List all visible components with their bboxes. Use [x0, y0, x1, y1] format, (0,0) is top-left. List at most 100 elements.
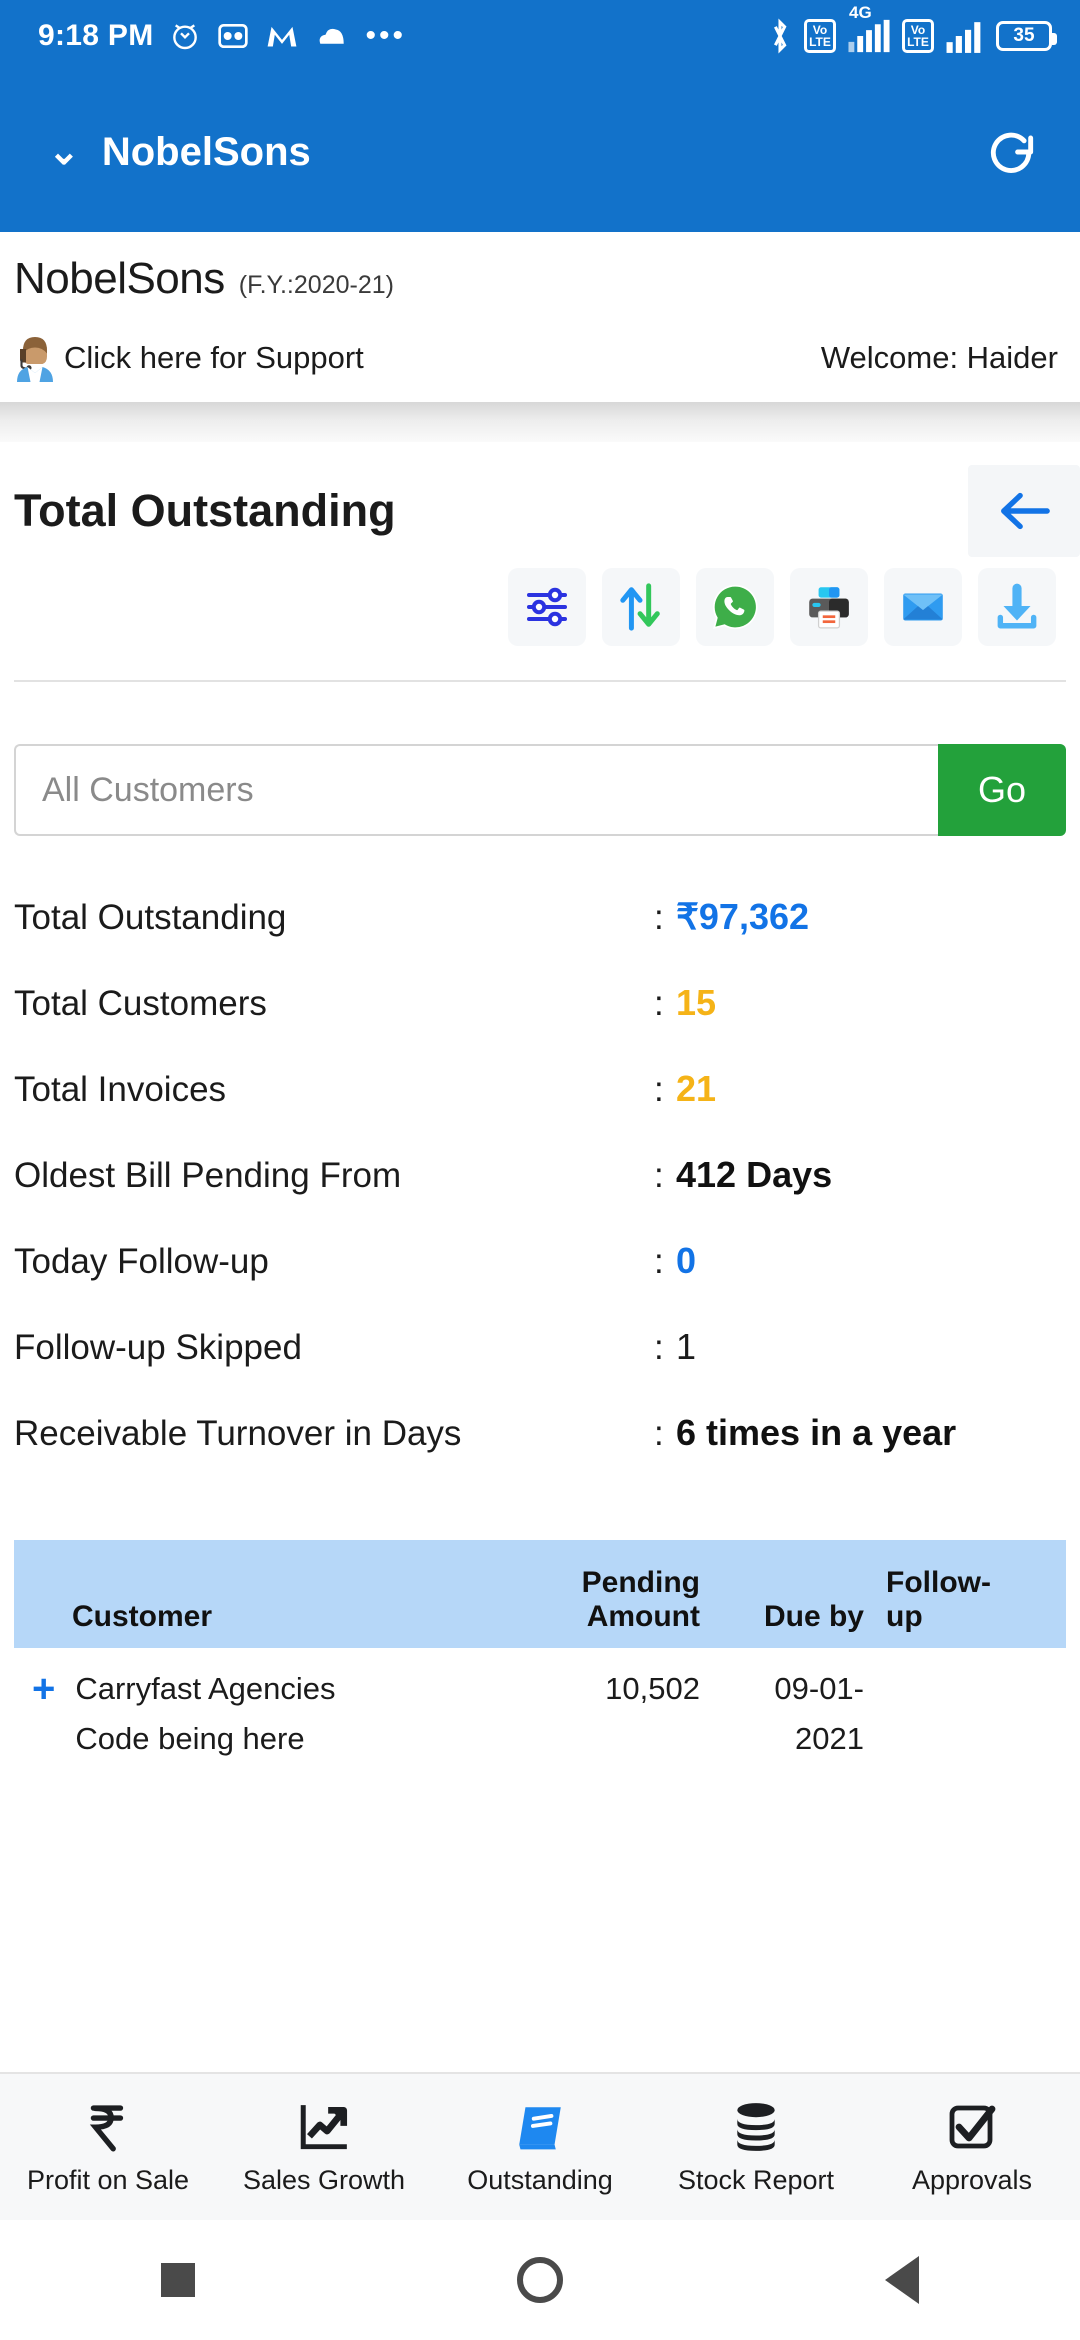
chevron-down-icon[interactable]: ⌄ [48, 133, 80, 171]
stat-colon: : [654, 984, 664, 1023]
whatsapp-icon[interactable] [696, 568, 774, 646]
cell-pending-amount: 10,502 [605, 1671, 700, 1706]
stat-colon: : [654, 1414, 664, 1453]
email-icon[interactable] [884, 568, 962, 646]
stat-label: Total Customers [14, 984, 267, 1023]
search-input[interactable]: All Customers [14, 744, 938, 836]
printer-icon[interactable] [790, 568, 868, 646]
circle-icon[interactable] [517, 2257, 563, 2303]
column-header-pending-amount[interactable]: Pending Amount [504, 1566, 700, 1634]
customer-code: Code being here [75, 1721, 305, 1756]
refresh-icon[interactable] [984, 124, 1040, 180]
stat-colon: : [654, 1070, 664, 1109]
volte-bottom: LTE [809, 35, 831, 49]
go-button[interactable]: Go [938, 744, 1066, 836]
section-divider-band [0, 402, 1080, 442]
due-by-line2: 2021 [795, 1721, 864, 1756]
customer-name: Carryfast Agencies [75, 1671, 336, 1706]
stat-label: Total Invoices [14, 1070, 227, 1109]
stat-value: ₹97,362 [676, 896, 810, 937]
arrow-left-icon [1001, 492, 1050, 530]
stat-row: Total Invoices : 21 [14, 1068, 1066, 1154]
company-name: NobelSons [14, 254, 225, 303]
column-header-follow-up[interactable]: Follow- up [870, 1566, 1000, 1634]
expand-row-icon[interactable]: + [32, 1664, 55, 1764]
nav-label: Approvals [911, 2164, 1033, 2195]
download-icon[interactable] [978, 568, 1056, 646]
nav-label: Profit on Sale [26, 2164, 190, 2195]
chart-growth-icon [297, 2099, 351, 2155]
stat-row: Oldest Bill Pending From : 412 Days [14, 1154, 1066, 1240]
nav-item-sales-growth[interactable]: Sales Growth [216, 2099, 432, 2196]
back-button[interactable] [968, 465, 1080, 557]
summary-stats: Total Outstanding : ₹97,362 Total Custom… [14, 896, 1066, 1498]
nav-item-stock-report[interactable]: Stock Report [648, 2099, 864, 2196]
table-row[interactable]: + Carryfast Agencies Code being here 10,… [14, 1648, 1066, 1764]
status-time: 9:18 PM [38, 19, 154, 52]
column-header-line2: Amount [586, 1600, 700, 1633]
network-type-label: 4G [849, 3, 872, 22]
company-name-row: NobelSons (F.Y.:2020-21) [14, 254, 1066, 304]
nav-item-approvals[interactable]: Approvals [864, 2099, 1080, 2196]
company-header: NobelSons (F.Y.:2020-21) Click here for … [0, 232, 1080, 382]
cell-follow-up[interactable] [870, 1664, 1000, 1764]
support-label[interactable]: Click here for Support [64, 340, 364, 376]
column-header-line1: Pending [581, 1566, 700, 1599]
volte-icon-1: Vo LTE [804, 19, 836, 53]
app-bar-title-group[interactable]: ⌄ NobelSons [48, 130, 311, 175]
m-app-icon [265, 22, 299, 50]
support-agent-icon [14, 334, 56, 382]
column-header-line2: up [886, 1600, 923, 1633]
database-icon [731, 2099, 781, 2155]
app-bar: ⌄ NobelSons [0, 72, 1080, 232]
support-welcome-row: Click here for Support Welcome: Haider [14, 334, 1066, 382]
stat-row: Total Customers : 15 [14, 982, 1066, 1068]
stat-label: Today Follow-up [14, 1242, 269, 1281]
phone-screen: 9:18 PM ••• Vo LTE 4G Vo LTE 35 ⌄ NobelS… [0, 0, 1080, 2340]
cloud-icon [315, 23, 349, 49]
stat-value: 412 Days [676, 1154, 833, 1195]
battery-icon: 35 [996, 21, 1057, 51]
outstanding-table: Customer Pending Amount Due by Follow- u… [14, 1540, 1066, 1764]
nav-label: Stock Report [677, 2164, 835, 2195]
status-bar: 9:18 PM ••• Vo LTE 4G Vo LTE 35 [0, 0, 1080, 72]
rupee-icon [84, 2099, 132, 2155]
checkbox-check-icon [946, 2099, 998, 2155]
column-header-line1: Follow- [886, 1566, 991, 1599]
stat-value: 0 [676, 1240, 697, 1281]
nav-label: Sales Growth [242, 2164, 406, 2195]
stat-colon: : [654, 1242, 664, 1281]
filter-icon[interactable] [508, 568, 586, 646]
volte-icon-2: Vo LTE [902, 19, 934, 53]
nav-item-profit-on-sale[interactable]: Profit on Sale [0, 2099, 216, 2196]
system-navigation-bar [0, 2220, 1080, 2340]
page-title: Total Outstanding [14, 485, 396, 536]
stat-value: 15 [676, 982, 717, 1023]
stat-colon: : [654, 1328, 664, 1367]
stat-value: 21 [676, 1068, 717, 1109]
stat-value: 1 [676, 1326, 697, 1367]
nav-item-outstanding[interactable]: Outstanding [432, 2099, 648, 2196]
stat-label: Total Outstanding [14, 898, 287, 937]
bottom-navigation: Profit on Sale Sales Growth Outstanding … [0, 2072, 1080, 2220]
square-icon[interactable] [161, 2263, 195, 2297]
column-header-customer[interactable]: Customer [14, 1600, 504, 1634]
toolbar-divider [14, 680, 1066, 682]
due-by-line1: 09-01- [774, 1671, 864, 1706]
welcome-label: Welcome: Haider [820, 340, 1058, 375]
triangle-back-icon[interactable] [885, 2256, 919, 2304]
app-bar-title: NobelSons [101, 129, 311, 174]
battery-level: 35 [1013, 25, 1035, 46]
cell-customer[interactable]: + Carryfast Agencies Code being here [14, 1664, 504, 1764]
stat-colon: : [654, 898, 664, 937]
support-link[interactable]: Click here for Support [14, 334, 364, 382]
nav-label: Outstanding [467, 2164, 613, 2195]
column-header-due-by[interactable]: Due by [700, 1600, 870, 1634]
sort-icon[interactable] [602, 568, 680, 646]
stat-value: 6 times in a year [676, 1412, 957, 1453]
stat-row: Total Outstanding : ₹97,362 [14, 896, 1066, 982]
customer-name-block: Carryfast Agencies Code being here [75, 1664, 335, 1764]
alarm-icon [169, 20, 201, 52]
table-header-row: Customer Pending Amount Due by Follow- u… [14, 1540, 1066, 1648]
overflow-dots-icon: ••• [365, 19, 406, 52]
